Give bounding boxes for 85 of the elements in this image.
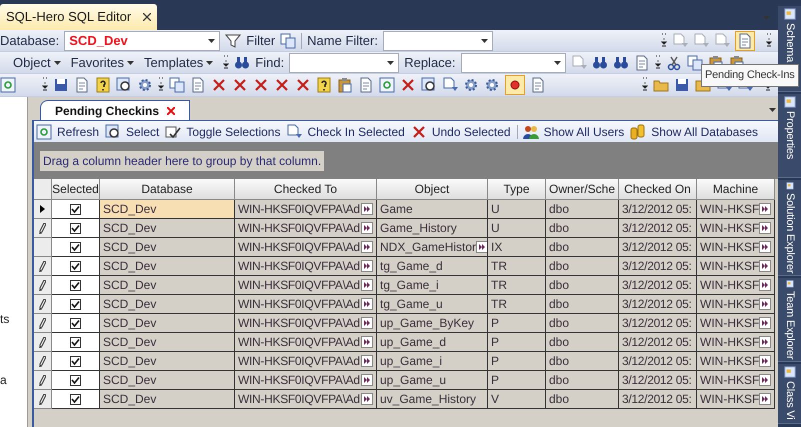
table-cell: SCD_Dev (100, 314, 235, 333)
table-cell: 3/12/2012 05: (619, 371, 697, 390)
table-cell: SCD_Dev (100, 352, 235, 371)
table-cell: TR (488, 276, 546, 295)
table-cell: U (488, 219, 546, 238)
table-cell-text: WIN-HKSF (700, 277, 760, 294)
table-cell-text: WIN-HKSF0IQVFPA\Ad (238, 391, 360, 408)
table-cell: 3/12/2012 05: (619, 238, 697, 257)
table-cell: dbo (546, 238, 619, 257)
table-cell-text: tg_Game_i (380, 277, 439, 294)
table-cell: dbo (546, 352, 619, 371)
table-cell-text: WIN-HKSF0IQVFPA\Ad (238, 372, 360, 389)
table-cell-text: WIN-HKSF (700, 315, 760, 332)
table-cell: 3/12/2012 05: (619, 276, 697, 295)
table-cell-text: Game (380, 201, 413, 218)
table-cell-text: WIN-HKSF (700, 353, 760, 370)
table-cell: dbo (546, 257, 619, 276)
name-filter-label: Name Filter: (307, 32, 378, 50)
table-cell: dbo (546, 295, 619, 314)
table-cell: SCD_Dev (100, 295, 235, 314)
table-cell: 3/12/2012 05: (619, 200, 697, 219)
table-cell: P (488, 371, 546, 390)
table-cell: U (488, 200, 546, 219)
tooltip: Pending Check-Ins (701, 64, 799, 86)
table-cell-text: WIN-HKSF (700, 258, 760, 275)
table-cell-text: tg_Game_u (380, 296, 443, 313)
table-cell: dbo (546, 219, 619, 238)
panel-text: a (0, 372, 7, 389)
table-cell-text: NDX_GameHistor (380, 239, 476, 256)
table-cell: P (488, 333, 546, 352)
table-cell-text: WIN-HKSF0IQVFPA\Ad (238, 296, 360, 313)
table-cell-text: WIN-HKSF0IQVFPA\Ad (238, 277, 360, 294)
table-cell: dbo (546, 200, 619, 219)
table-cell-text: WIN-HKSF (700, 296, 760, 313)
table-cell-text: up_Game_d (380, 334, 446, 351)
table-cell: 3/12/2012 05: (619, 295, 697, 314)
table-cell-text: tg_Game_d (380, 258, 443, 275)
table-cell: SCD_Dev (100, 390, 235, 409)
table-cell: SCD_Dev (100, 219, 235, 238)
table-cell: dbo (546, 276, 619, 295)
table-cell: SCD_Dev (100, 257, 235, 276)
table-cell-text: WIN-HKSF (700, 220, 760, 237)
table-cell-text: WIN-HKSF0IQVFPA\Ad (238, 315, 360, 332)
replace-label: Replace: (404, 54, 456, 72)
table-cell: dbo (546, 333, 619, 352)
table-cell: dbo (546, 390, 619, 409)
table-cell-text: up_Game_ByKey (380, 315, 474, 332)
table-cell-text: WIN-HKSF0IQVFPA\Ad (238, 239, 360, 256)
table-cell: TR (488, 257, 546, 276)
table-cell: 3/12/2012 05: (619, 314, 697, 333)
table-cell: 3/12/2012 05: (619, 257, 697, 276)
table-cell-text: WIN-HKSF0IQVFPA\Ad (238, 220, 360, 237)
table-cell: P (488, 352, 546, 371)
table-cell: SCD_Dev (100, 371, 235, 390)
group-by-panel: Drag a column header here to group by that column. (40, 150, 324, 170)
table-cell-text: WIN-HKSF (700, 334, 760, 351)
table-cell: 3/12/2012 05: (619, 390, 697, 409)
table-cell: SCD_Dev (100, 333, 235, 352)
table-cell: dbo (546, 314, 619, 333)
table-cell: dbo (546, 371, 619, 390)
table-cell-text: WIN-HKSF (700, 391, 760, 408)
table-cell-text: WIN-HKSF (700, 239, 760, 256)
table-cell-text: WIN-HKSF (700, 372, 760, 389)
table-cell: V (488, 390, 546, 409)
table-cell: SCD_Dev (100, 276, 235, 295)
table-cell: SCD_Dev (100, 200, 235, 219)
table-cell: 3/12/2012 05: (619, 333, 697, 352)
table-cell-text: WIN-HKSF0IQVFPA\Ad (238, 258, 360, 275)
table-cell: TR (488, 295, 546, 314)
table-cell: 3/12/2012 05: (619, 352, 697, 371)
table-cell-text: up_Game_u (380, 372, 446, 389)
table-cell-text: up_Game_i (380, 353, 442, 370)
database-label: Database: (0, 32, 60, 50)
table-cell: P (488, 314, 546, 333)
table-cell-text: WIN-HKSF (700, 201, 760, 218)
table-cell-text: Game_History (380, 220, 457, 237)
table-cell-text: WIN-HKSF0IQVFPA\Ad (238, 334, 360, 351)
table-cell-text: WIN-HKSF0IQVFPA\Ad (238, 353, 360, 370)
table-cell: SCD_Dev (100, 238, 235, 257)
table-cell: 3/12/2012 05: (619, 219, 697, 238)
table-cell-text: WIN-HKSF0IQVFPA\Ad (238, 201, 360, 218)
find-label: Find: (255, 54, 284, 72)
panel-text: ts (0, 311, 10, 328)
table-cell: IX (488, 238, 546, 257)
table-cell-text: uv_Game_History (380, 391, 476, 408)
